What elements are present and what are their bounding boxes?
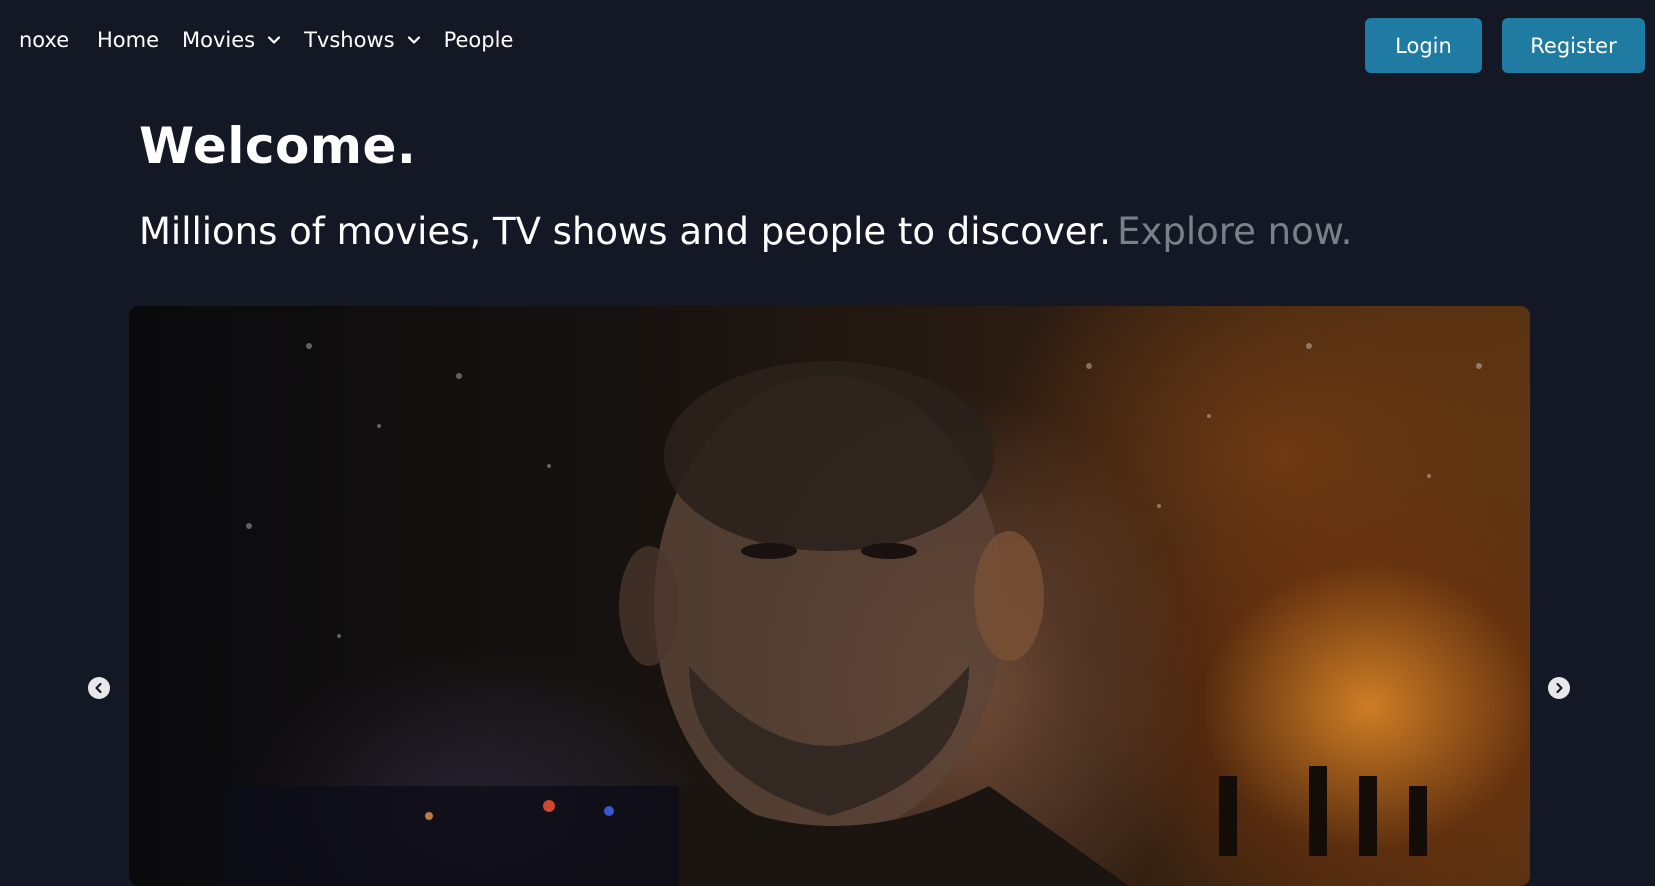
nav-link-label: Movies (182, 28, 256, 52)
chevron-left-icon (95, 682, 102, 694)
hero-tagline: Millions of movies, TV shows and people … (139, 210, 1352, 253)
nav-link-label: People (443, 28, 514, 52)
top-navbar: noxe Home Movies Tvshows People Login Re… (0, 0, 1655, 86)
nav-link-people[interactable]: People (444, 28, 514, 52)
nav-link-home[interactable]: Home (97, 28, 159, 52)
carousel-prev-button[interactable] (88, 677, 110, 699)
register-button[interactable]: Register (1502, 18, 1645, 73)
carousel-next-button[interactable] (1548, 677, 1570, 699)
hero-carousel[interactable] (129, 306, 1530, 886)
welcome-heading: Welcome. (139, 117, 417, 175)
tagline-text: Millions of movies, TV shows and people … (139, 210, 1112, 253)
nav-links: Home Movies Tvshows People (97, 28, 536, 52)
chevron-right-icon (1556, 682, 1563, 694)
login-button[interactable]: Login (1365, 18, 1482, 73)
brand-logo[interactable]: noxe (19, 28, 69, 52)
explore-link[interactable]: Explore now. (1117, 210, 1352, 253)
nav-link-label: Home (97, 28, 160, 52)
chevron-down-icon (268, 36, 281, 44)
nav-link-tvshows[interactable]: Tvshows (304, 28, 420, 52)
nav-link-label: Tvshows (304, 28, 395, 52)
carousel-slide-image (219, 343, 1482, 886)
nav-link-movies[interactable]: Movies (182, 28, 281, 52)
chevron-down-icon (407, 36, 420, 44)
